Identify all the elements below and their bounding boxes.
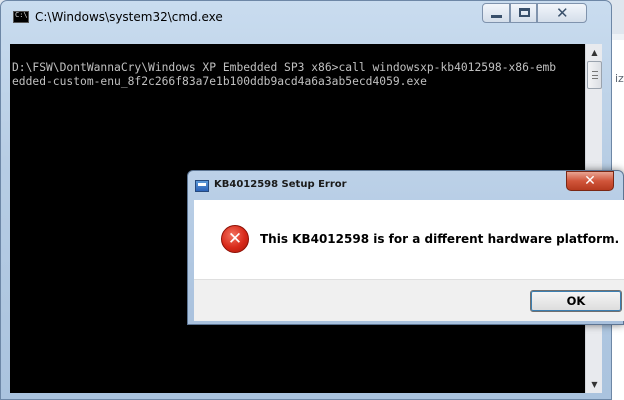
cmd-titlebar[interactable]: C:\ C:\Windows\system32\cmd.exe ✕ <box>1 1 611 35</box>
scroll-thumb[interactable] <box>587 61 602 89</box>
scroll-down-arrow-icon[interactable]: ▼ <box>586 376 603 393</box>
maximize-icon <box>519 8 530 17</box>
maximize-button[interactable] <box>510 3 537 23</box>
dialog-footer: OK <box>194 279 624 321</box>
console-line: edded-custom-enu_8f2c266f83a7e1b100ddb9a… <box>12 75 427 88</box>
close-button[interactable]: ✕ <box>537 3 587 23</box>
dialog-close-button[interactable]: ✕ <box>566 171 614 191</box>
minimize-button[interactable] <box>482 3 510 23</box>
console-lines: D:\FSW\DontWannaCry\Windows XP Embedded … <box>10 61 556 89</box>
dialog-app-icon <box>195 180 209 192</box>
cmd-window-title: C:\Windows\system32\cmd.exe <box>35 10 223 24</box>
minimize-icon <box>491 15 502 18</box>
error-dialog[interactable]: KB4012598 Setup Error ✕ ✕ This KB4012598… <box>187 170 624 325</box>
scroll-up-arrow-icon[interactable]: ▲ <box>586 44 603 61</box>
ok-button[interactable]: OK <box>530 290 622 312</box>
error-icon: ✕ <box>221 225 249 253</box>
grip-icon <box>592 71 598 79</box>
cmd-app-icon: C:\ <box>13 11 29 23</box>
cmd-icon-text: C:\ <box>15 11 28 19</box>
close-icon: ✕ <box>584 173 596 189</box>
close-icon: ✕ <box>556 4 569 22</box>
background-partial-text: ize <box>615 72 624 85</box>
dialog-message: This KB4012598 is for a different hardwa… <box>260 232 620 246</box>
dialog-title: KB4012598 Setup Error <box>214 179 347 190</box>
dialog-body: ✕ This KB4012598 is for a different hard… <box>194 200 624 279</box>
console-line: D:\FSW\DontWannaCry\Windows XP Embedded … <box>12 61 557 74</box>
